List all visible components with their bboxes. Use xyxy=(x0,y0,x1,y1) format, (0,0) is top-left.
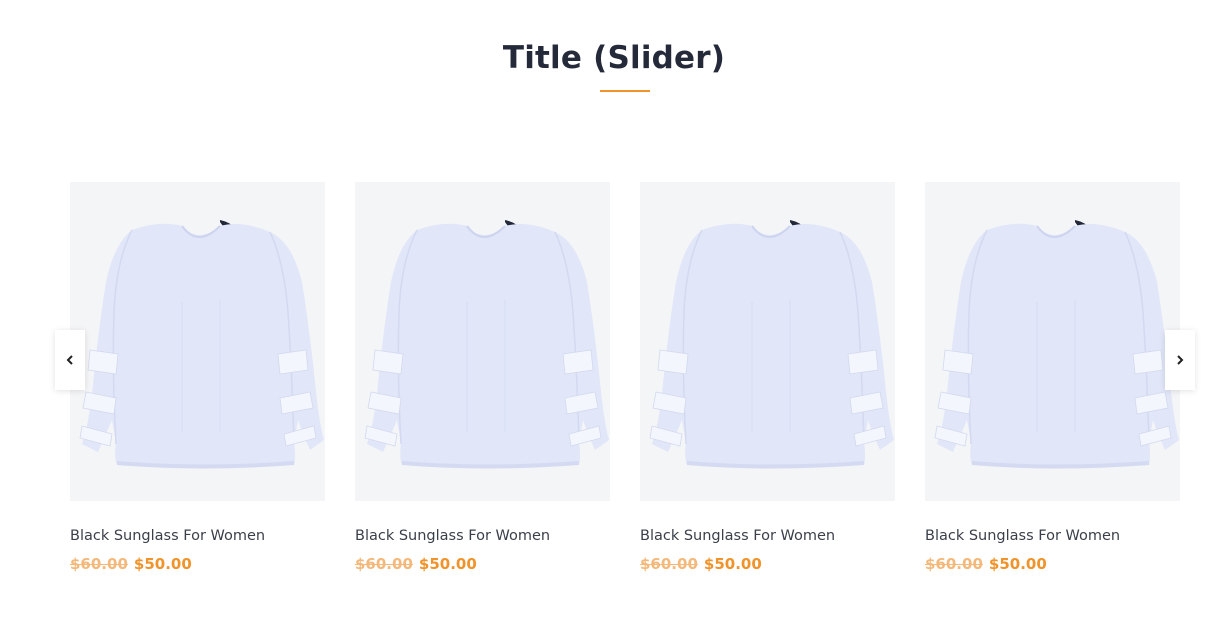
product-name[interactable]: Black Sunglass For Women xyxy=(925,526,1120,546)
blouse-image xyxy=(934,220,1179,469)
product-name[interactable]: Black Sunglass For Women xyxy=(355,526,550,546)
chevron-left-icon xyxy=(66,355,73,365)
old-price: $60.00 xyxy=(70,555,128,573)
product-price: $60.00 $50.00 xyxy=(925,554,1047,574)
new-price: $50.00 xyxy=(988,555,1047,573)
blouse-image xyxy=(79,220,324,469)
title-underline xyxy=(600,90,650,92)
blouse-image xyxy=(649,220,894,469)
chevron-right-icon xyxy=(1177,355,1184,365)
product-image[interactable] xyxy=(640,182,895,501)
product-name[interactable]: Black Sunglass For Women xyxy=(70,526,265,546)
product-card[interactable]: Black Sunglass For Women $60.00 $50.00 xyxy=(640,182,895,582)
product-slider-section: Title (Slider) Black Sunglass For Women … xyxy=(0,0,1228,621)
product-card[interactable]: Black Sunglass For Women $60.00 $50.00 xyxy=(355,182,610,582)
product-card[interactable]: Black Sunglass For Women $60.00 $50.00 xyxy=(925,182,1180,582)
product-name[interactable]: Black Sunglass For Women xyxy=(640,526,835,546)
new-price: $50.00 xyxy=(418,555,477,573)
slider-prev-button[interactable] xyxy=(55,330,85,390)
product-card[interactable]: Black Sunglass For Women $60.00 $50.00 xyxy=(70,182,325,582)
product-image[interactable] xyxy=(925,182,1180,501)
product-price: $60.00 $50.00 xyxy=(640,554,762,574)
new-price: $50.00 xyxy=(133,555,192,573)
blouse-image xyxy=(364,220,609,469)
old-price: $60.00 xyxy=(640,555,698,573)
slider-track: Black Sunglass For Women $60.00 $50.00 B… xyxy=(70,182,1180,582)
old-price: $60.00 xyxy=(925,555,983,573)
product-price: $60.00 $50.00 xyxy=(355,554,477,574)
product-price: $60.00 $50.00 xyxy=(70,554,192,574)
product-image[interactable] xyxy=(355,182,610,501)
slider-next-button[interactable] xyxy=(1165,330,1195,390)
new-price: $50.00 xyxy=(703,555,762,573)
section-title: Title (Slider) xyxy=(502,40,726,76)
product-image[interactable] xyxy=(70,182,325,501)
old-price: $60.00 xyxy=(355,555,413,573)
